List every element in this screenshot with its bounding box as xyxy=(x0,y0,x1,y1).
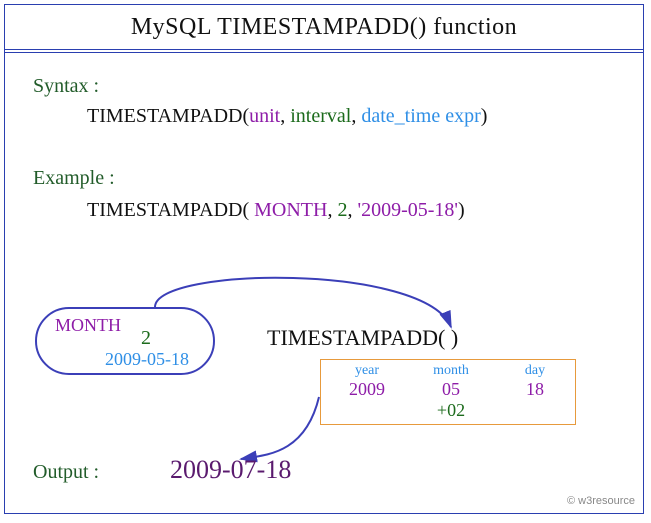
day-value: 18 xyxy=(495,379,575,400)
example-interval: 2 xyxy=(337,199,347,221)
output-label: Output : xyxy=(33,461,99,484)
month-value: 05 xyxy=(411,379,491,400)
title: MySQL TIMESTAMPADD() function xyxy=(5,5,643,50)
syntax-interval: interval xyxy=(290,105,351,127)
example-sep2: , xyxy=(347,199,357,221)
syntax-sep2: , xyxy=(351,105,361,127)
syntax-unit: unit xyxy=(249,105,280,127)
syntax-label: Syntax : xyxy=(33,75,99,98)
example-unit: MONTH xyxy=(254,199,327,221)
col-year: year 2009 xyxy=(327,363,407,400)
syntax-line: TIMESTAMPADD(unit, interval, date_time e… xyxy=(87,105,487,128)
syntax-sep1: , xyxy=(280,105,290,127)
example-sep1: , xyxy=(327,199,337,221)
input-interval: 2 xyxy=(141,327,151,350)
input-date: 2009-05-18 xyxy=(105,349,189,370)
syntax-datetime: date_time expr xyxy=(361,105,480,127)
col-day: day 18 xyxy=(495,363,575,400)
col-month: month 05 xyxy=(411,363,491,400)
func-call: TIMESTAMPADD( ) xyxy=(267,325,458,351)
input-unit: MONTH xyxy=(55,315,121,336)
example-label: Example : xyxy=(33,167,115,190)
month-label: month xyxy=(411,363,491,379)
diagram-frame: MySQL TIMESTAMPADD() function Syntax : T… xyxy=(4,4,644,514)
syntax-fn: TIMESTAMPADD( xyxy=(87,105,249,127)
content-area: Syntax : TIMESTAMPADD(unit, interval, da… xyxy=(5,53,643,513)
output-value: 2009-07-18 xyxy=(170,455,291,485)
day-label: day xyxy=(495,363,575,379)
example-line: TIMESTAMPADD( MONTH, 2, '2009-05-18') xyxy=(87,199,465,222)
syntax-close: ) xyxy=(481,105,488,127)
example-fn: TIMESTAMPADD( xyxy=(87,199,254,221)
example-date: '2009-05-18' xyxy=(357,199,458,221)
year-value: 2009 xyxy=(327,379,407,400)
month-delta: +02 xyxy=(411,400,491,421)
example-close: ) xyxy=(458,199,465,221)
credit: © w3resource xyxy=(567,495,635,507)
input-bubble: MONTH 2 2009-05-18 xyxy=(35,307,215,375)
year-label: year xyxy=(327,363,407,379)
date-breakdown-box: year 2009 month 05 day 18 +02 xyxy=(320,359,576,425)
